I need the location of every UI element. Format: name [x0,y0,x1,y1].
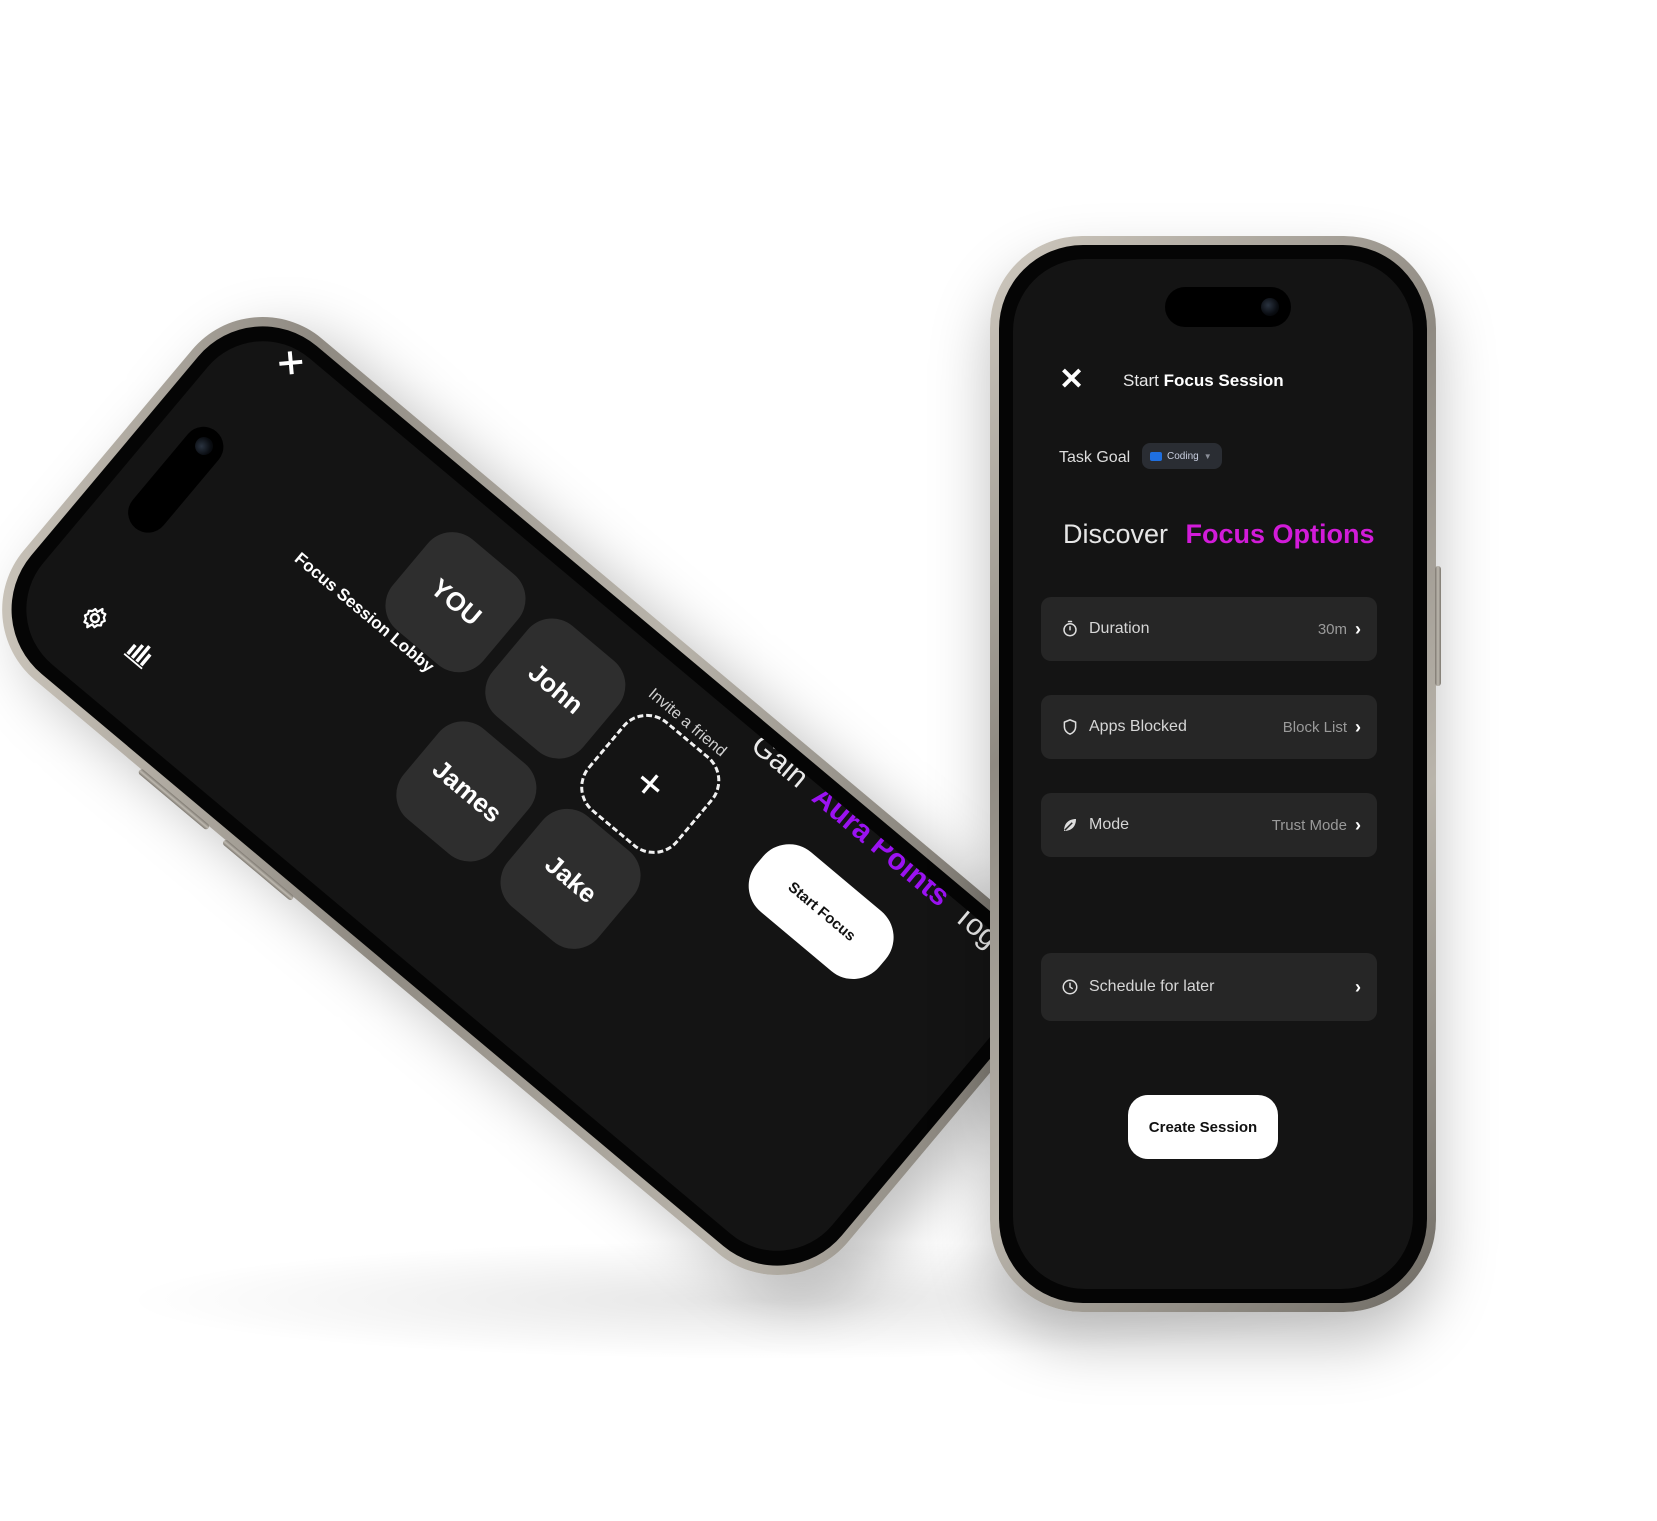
create-session-button[interactable]: Create Session [1128,1095,1278,1159]
option-value: Trust Mode [1271,816,1347,834]
camera-icon [191,433,217,459]
discover-heading: Discover Focus Options [1063,519,1375,550]
participant-name: James [426,753,508,829]
session-title-bold: Focus Session [1163,371,1284,390]
session-screen: ✕ Start Focus Session Task Goal Coding ▼… [1013,259,1413,1289]
participant-name: YOU [424,572,488,632]
laptop-icon [1150,451,1162,461]
lobby-phone: ✕ Focus Session Lobby YOU James John Jak… [0,279,1076,1313]
chevron-right-icon: › [1355,716,1361,737]
phone-bezel: ✕ Focus Session Lobby YOU James John Jak… [0,292,1063,1300]
lobby-screen: ✕ Focus Session Lobby YOU James John Jak… [0,311,1044,1281]
start-focus-label: Start Focus [784,878,859,945]
participant-name: Jake [539,848,603,909]
task-goal-value: Coding [1167,450,1199,462]
task-goal-label: Task Goal [1059,449,1131,466]
shield-icon [1063,719,1077,735]
option-value: 30m [1317,620,1347,638]
session-phone: ✕ Start Focus Session Task Goal Coding ▼… [990,236,1441,1312]
leaf-icon [1064,819,1076,831]
plus-icon: + [623,755,678,813]
tagline-prefix: Gain [744,728,815,795]
session-title: Start Focus Session [1123,371,1284,391]
chevron-right-icon: › [1355,618,1361,639]
power-button [1435,566,1441,686]
bar-chart-icon[interactable] [121,633,160,672]
discover-prefix: Discover [1063,519,1169,549]
camera-icon [1261,298,1279,316]
close-icon[interactable]: ✕ [270,343,310,384]
session-title-prefix: Start [1123,371,1159,390]
option-label: Schedule for later [1089,978,1215,995]
schedule-later-option[interactable]: Schedule for later › [1041,953,1377,1021]
duration-option[interactable]: Duration 30m › [1041,597,1377,661]
apps-blocked-option[interactable]: Apps Blocked Block List › [1041,695,1377,759]
dynamic-island [119,418,232,541]
option-label: Mode [1089,816,1130,833]
option-label: Duration [1089,620,1150,637]
task-goal-dropdown[interactable]: Coding ▼ [1142,443,1222,469]
mode-option[interactable]: Mode Trust Mode › [1041,793,1377,857]
chevron-right-icon: › [1355,976,1361,997]
phone-bezel: ✕ Start Focus Session Task Goal Coding ▼… [999,245,1427,1303]
option-value: Block List [1282,718,1347,736]
dynamic-island [1165,287,1291,327]
gear-icon[interactable] [74,597,116,639]
participant-name: John [522,656,590,720]
option-label: Apps Blocked [1089,718,1187,735]
chevron-down-icon: ▼ [1203,451,1212,461]
discover-highlight: Focus Options [1185,519,1375,549]
close-icon[interactable]: ✕ [1059,365,1084,395]
chevron-right-icon: › [1355,814,1361,835]
clock-icon [1062,979,1078,995]
timer-icon [1063,620,1077,637]
